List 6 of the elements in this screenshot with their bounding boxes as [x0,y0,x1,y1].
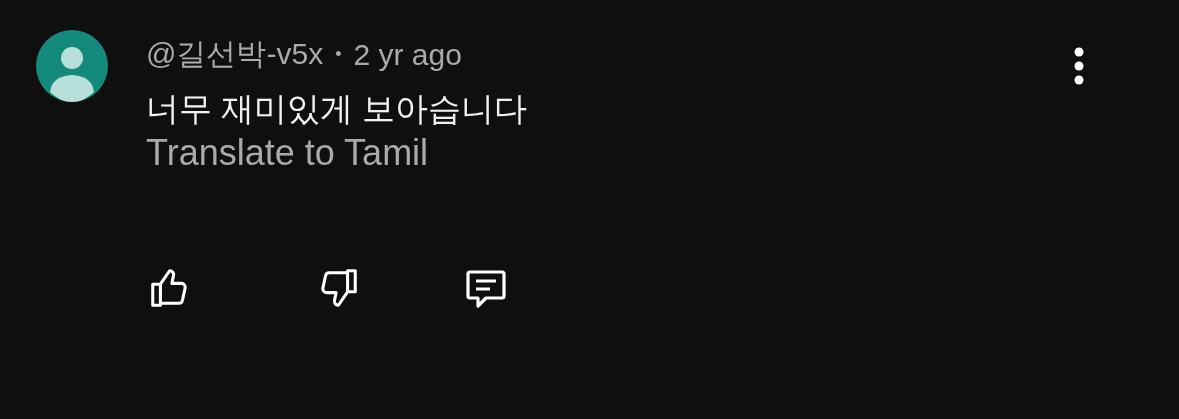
comment-text: 너무 재미있게 보아습니다 [146,89,529,129]
author-name[interactable]: @길선박-v5x [146,34,324,75]
translate-link[interactable]: Translate to Tamil [146,132,429,173]
separator-dot: • [335,44,342,65]
avatar-icon[interactable] [36,30,108,102]
comment-time: 2 yr ago [353,37,462,72]
